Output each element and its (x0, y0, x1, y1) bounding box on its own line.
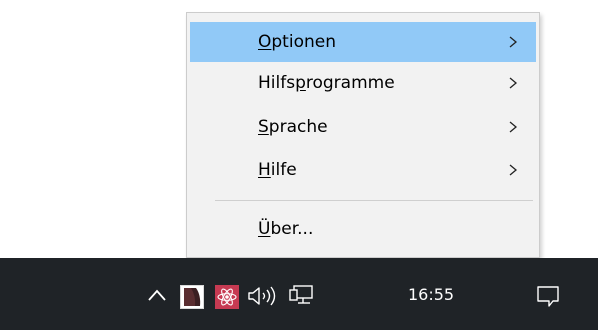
chevron-right-icon (509, 164, 518, 176)
menu-item-label: Über... (258, 219, 314, 239)
chevron-right-icon (509, 36, 518, 48)
menu-item-hilfsprogramme[interactable]: Hilfsprogramme (190, 63, 536, 103)
menu-separator (215, 200, 533, 201)
taskbar: 16:55 (0, 258, 598, 330)
menu-item-ueber[interactable]: Über... (190, 209, 536, 249)
chevron-right-icon (509, 121, 518, 133)
menu-item-label: Hilfsprogramme (258, 73, 395, 93)
menu-item-label: Hilfe (258, 160, 297, 180)
app-tray-icon[interactable] (180, 285, 204, 309)
show-hidden-icons-chevron-icon[interactable] (146, 288, 168, 302)
menu-item-label: Optionen (258, 32, 336, 52)
atom-tray-icon[interactable] (215, 285, 239, 309)
taskbar-clock[interactable]: 16:55 (408, 283, 454, 307)
chevron-right-icon (509, 77, 518, 89)
menu-item-sprache[interactable]: Sprache (190, 107, 536, 147)
volume-icon[interactable] (247, 285, 281, 307)
menu-item-hilfe[interactable]: Hilfe (190, 150, 536, 190)
action-center-icon[interactable] (535, 284, 561, 308)
network-icon[interactable] (288, 284, 316, 308)
menu-item-optionen[interactable]: Optionen (190, 22, 536, 62)
context-menu: Optionen Hilfsprogramme Sprache Hilfe Üb… (186, 12, 540, 258)
menu-item-label: Sprache (258, 117, 328, 137)
